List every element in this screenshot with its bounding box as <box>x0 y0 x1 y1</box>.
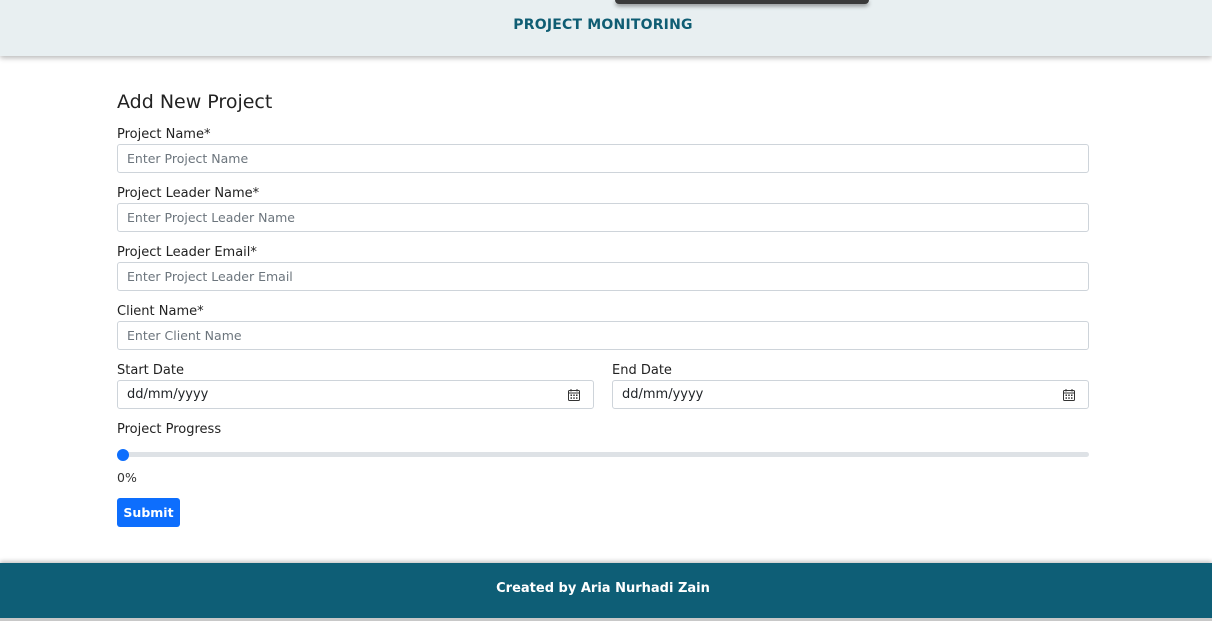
overlay-tab-edge <box>615 0 869 4</box>
project-leader-name-label: Project Leader Name* <box>117 186 260 201</box>
project-leader-email-input[interactable] <box>117 262 1089 291</box>
project-leader-email-label: Project Leader Email* <box>117 245 257 260</box>
end-date-label: End Date <box>612 363 672 378</box>
submit-button[interactable]: Submit <box>117 498 180 527</box>
client-name-input[interactable] <box>117 321 1089 350</box>
footer: Created by Aria Nurhadi Zain <box>0 563 1212 618</box>
calendar-icon[interactable] <box>568 389 580 401</box>
start-date-input[interactable]: dd/mm/yyyy <box>117 380 594 409</box>
progress-slider-thumb[interactable] <box>117 448 129 461</box>
page-header-title: PROJECT MONITORING <box>513 17 693 33</box>
start-date-label: Start Date <box>117 363 184 378</box>
project-progress-value: 0% <box>117 470 137 485</box>
form-title: Add New Project <box>117 91 273 113</box>
project-leader-name-input[interactable] <box>117 203 1089 232</box>
project-progress-label: Project Progress <box>117 422 222 437</box>
client-name-label: Client Name* <box>117 304 204 319</box>
end-date-value: dd/mm/yyyy <box>622 387 704 402</box>
calendar-icon[interactable] <box>1063 389 1075 401</box>
start-date-value: dd/mm/yyyy <box>127 387 209 402</box>
project-progress-slider[interactable] <box>117 448 1089 461</box>
project-name-input[interactable] <box>117 144 1089 173</box>
footer-credit: Created by Aria Nurhadi Zain <box>496 581 710 596</box>
top-navbar: PROJECT MONITORING <box>0 0 1212 56</box>
end-date-input[interactable]: dd/mm/yyyy <box>612 380 1089 409</box>
project-name-label: Project Name* <box>117 127 211 142</box>
